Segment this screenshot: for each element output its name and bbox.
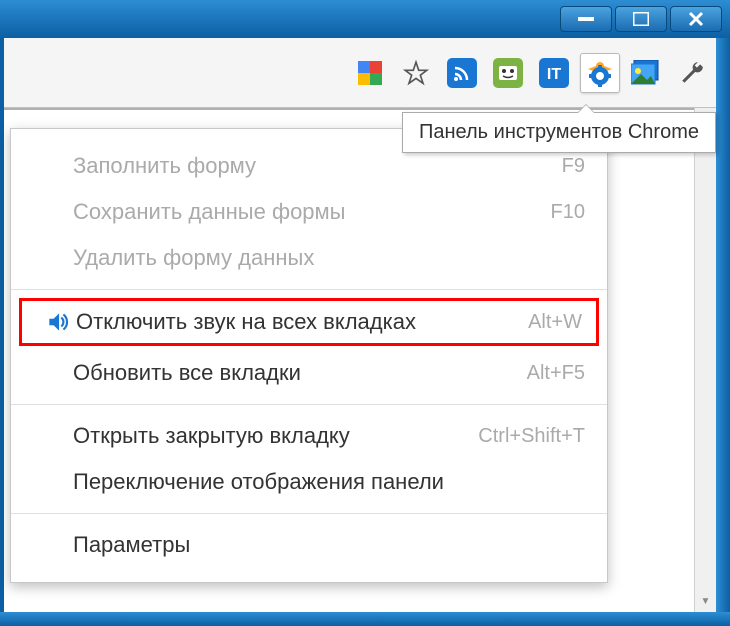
menu-label: Переключение отображения панели	[73, 469, 444, 495]
close-button[interactable]	[670, 6, 722, 32]
menu-label: Заполнить форму	[73, 153, 256, 179]
menu-shortcut: Alt+W	[528, 311, 582, 334]
menu-reopen-closed-tab[interactable]: Открыть закрытую вкладку Ctrl+Shift+T	[11, 413, 607, 459]
minimize-button[interactable]	[560, 6, 612, 32]
star-icon[interactable]	[396, 53, 436, 93]
menu-label: Отключить звук на всех вкладках	[76, 309, 416, 335]
menu-label: Удалить форму данных	[73, 245, 314, 271]
menu-label: Сохранить данные формы	[73, 199, 345, 225]
wrench-icon[interactable]	[672, 53, 712, 93]
menu-delete-form-data[interactable]: Удалить форму данных	[11, 235, 607, 281]
menu-separator	[11, 289, 607, 290]
maximize-button[interactable]	[615, 6, 667, 32]
scroll-down-button[interactable]: ▼	[695, 590, 716, 612]
menu-label: Параметры	[73, 532, 190, 558]
context-menu: Заполнить форму F9 Сохранить данные форм…	[10, 128, 608, 583]
menu-shortcut: Ctrl+Shift+T	[478, 425, 585, 448]
google-colors-icon[interactable]	[350, 53, 390, 93]
menu-toggle-panel-display[interactable]: Переключение отображения панели	[11, 459, 607, 505]
menu-mute-all-tabs[interactable]: Отключить звук на всех вкладках Alt+W	[19, 298, 599, 346]
title-bar	[0, 0, 730, 38]
speaker-icon	[44, 308, 72, 336]
scrollbar[interactable]: ▲ ▼	[694, 108, 716, 612]
window-bottom-border	[0, 612, 730, 626]
menu-save-form-data[interactable]: Сохранить данные формы F10	[11, 189, 607, 235]
it-icon[interactable]: IT	[534, 53, 574, 93]
menu-shortcut: F9	[562, 155, 585, 178]
gear-extension-icon[interactable]	[580, 53, 620, 93]
menu-separator	[11, 513, 607, 514]
image-extension-icon[interactable]	[626, 53, 666, 93]
menu-shortcut: Alt+F5	[527, 362, 585, 385]
window-controls	[557, 6, 722, 32]
toolbar: IT	[0, 38, 730, 108]
tooltip: Панель инструментов Chrome	[402, 112, 716, 153]
menu-label: Открыть закрытую вкладку	[73, 423, 350, 449]
svg-text:IT: IT	[547, 66, 561, 83]
menu-parameters[interactable]: Параметры	[11, 522, 607, 568]
translate-icon[interactable]	[488, 53, 528, 93]
menu-label: Обновить все вкладки	[73, 360, 301, 386]
rss-icon[interactable]	[442, 53, 482, 93]
menu-shortcut: F10	[551, 201, 585, 224]
menu-separator	[11, 404, 607, 405]
window-right-border	[716, 38, 730, 612]
tooltip-text: Панель инструментов Chrome	[419, 121, 699, 143]
menu-refresh-all-tabs[interactable]: Обновить все вкладки Alt+F5	[11, 350, 607, 396]
